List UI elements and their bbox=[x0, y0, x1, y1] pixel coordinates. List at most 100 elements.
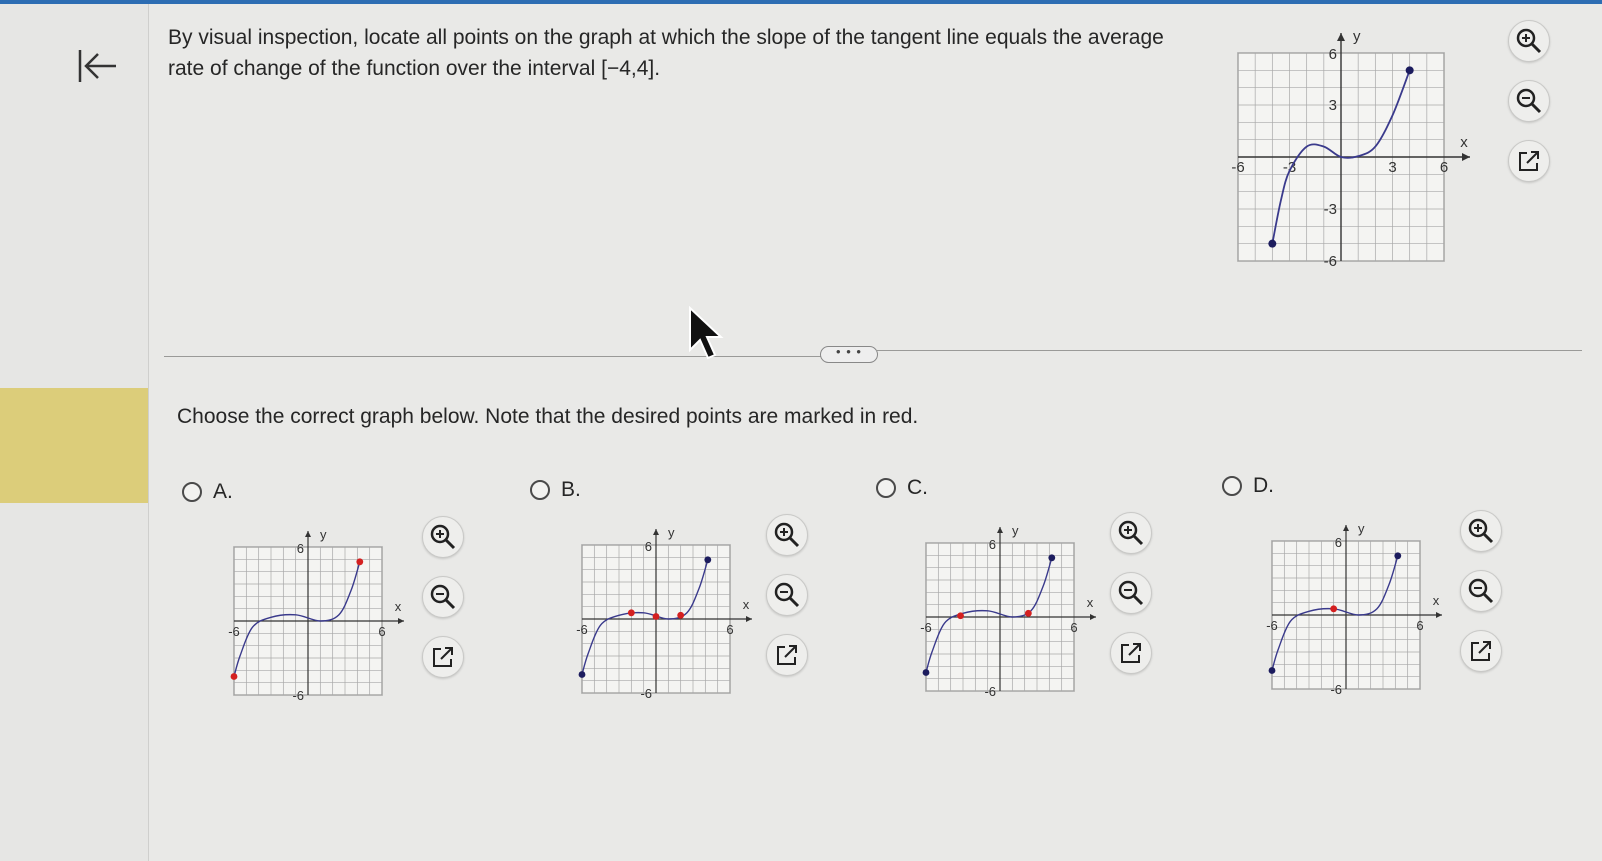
option-c-zoom-in-button[interactable] bbox=[1110, 512, 1152, 554]
y-tick-label: 6 bbox=[1335, 535, 1342, 550]
option-label: D. bbox=[1253, 474, 1274, 497]
zoom-in-icon bbox=[430, 524, 456, 550]
x-axis-label: x bbox=[1087, 595, 1094, 610]
option-c-popout-button[interactable] bbox=[1110, 632, 1152, 674]
option-d-popout-button[interactable] bbox=[1460, 630, 1502, 672]
option-b-zoom-out-button[interactable] bbox=[766, 574, 808, 616]
y-axis-label: y bbox=[1353, 28, 1361, 45]
x-tick-label: 6 bbox=[726, 622, 733, 637]
y-tick-label: 6 bbox=[1329, 46, 1337, 63]
x-tick-label: -6 bbox=[920, 620, 932, 635]
expand-more-button[interactable]: • • • bbox=[820, 345, 878, 363]
red-point-marker bbox=[356, 558, 364, 566]
y-axis-label: y bbox=[320, 527, 327, 542]
endpoint-marker bbox=[1268, 667, 1276, 674]
y-axis-arrow bbox=[1337, 33, 1345, 41]
mouse-cursor bbox=[688, 305, 726, 369]
option-d-zoom-in-button[interactable] bbox=[1460, 510, 1502, 552]
option-label: C. bbox=[907, 476, 928, 499]
zoom-out-icon bbox=[1516, 88, 1542, 114]
x-tick-label: 6 bbox=[1070, 620, 1077, 635]
y-tick-label: 3 bbox=[1329, 97, 1337, 114]
zoom-out-icon bbox=[430, 584, 456, 610]
red-point-marker bbox=[230, 673, 238, 680]
x-axis-arrow bbox=[398, 618, 404, 624]
x-axis-label: x bbox=[1460, 134, 1468, 151]
y-tick-label: -3 bbox=[1324, 201, 1337, 218]
y-tick-label: -6 bbox=[1324, 253, 1337, 270]
radio-button[interactable] bbox=[876, 478, 896, 498]
zoom-out-icon bbox=[774, 582, 800, 608]
option-c-zoom-out-button[interactable] bbox=[1110, 572, 1152, 614]
top-accent-bar bbox=[0, 0, 1602, 4]
red-point-marker bbox=[627, 609, 635, 617]
section-divider-right bbox=[876, 350, 1582, 351]
red-point-marker bbox=[957, 612, 964, 620]
x-tick-label: 6 bbox=[1416, 618, 1423, 633]
y-tick-label: -6 bbox=[640, 686, 652, 701]
popout-icon bbox=[1519, 151, 1539, 171]
option-c-graph[interactable]: x y 6 -6 -6 6 bbox=[906, 512, 1124, 707]
x-tick-label: 6 bbox=[1440, 159, 1448, 176]
zoom-in-icon bbox=[1516, 28, 1542, 54]
x-axis-arrow bbox=[1090, 614, 1096, 620]
instruction-text: Choose the correct graph below. Note tha… bbox=[177, 405, 919, 428]
x-axis-arrow bbox=[1436, 612, 1442, 618]
option-b-radio[interactable]: B. bbox=[530, 478, 581, 502]
zoom-in-icon bbox=[1468, 518, 1494, 544]
option-a-zoom-out-button[interactable] bbox=[422, 576, 464, 618]
popout-icon bbox=[433, 647, 453, 667]
red-point-marker bbox=[677, 611, 685, 619]
back-to-start-button[interactable] bbox=[74, 44, 122, 88]
x-axis-arrow bbox=[1462, 153, 1470, 161]
option-a-popout-button[interactable] bbox=[422, 636, 464, 678]
radio-button[interactable] bbox=[530, 480, 550, 500]
x-tick-label: -6 bbox=[228, 624, 240, 639]
endpoint-marker bbox=[1405, 66, 1414, 75]
endpoint-marker bbox=[578, 671, 586, 678]
option-c-radio[interactable]: C. bbox=[876, 476, 928, 500]
option-a-radio[interactable]: A. bbox=[182, 480, 233, 504]
y-tick-label: -6 bbox=[984, 684, 996, 699]
red-point-marker bbox=[1024, 609, 1032, 617]
main-popout-button[interactable] bbox=[1508, 140, 1550, 182]
mouse-cursor-icon bbox=[689, 305, 724, 360]
zoom-out-icon bbox=[1468, 578, 1494, 604]
y-tick-label: -6 bbox=[1330, 682, 1342, 697]
main-graph[interactable]: x y 6 -6 -6 6 3 -3 -3 3 bbox=[1210, 18, 1494, 277]
x-tick-label: -6 bbox=[1266, 618, 1278, 633]
option-label: A. bbox=[213, 480, 233, 503]
endpoint-marker bbox=[704, 556, 712, 564]
red-point-marker bbox=[1330, 605, 1338, 613]
popout-icon bbox=[777, 645, 797, 665]
option-b-zoom-in-button[interactable] bbox=[766, 514, 808, 556]
y-axis-arrow bbox=[1343, 525, 1349, 531]
endpoint-marker bbox=[1394, 552, 1402, 560]
x-tick-label: 3 bbox=[1388, 159, 1396, 176]
option-d-zoom-out-button[interactable] bbox=[1460, 570, 1502, 612]
option-b-popout-button[interactable] bbox=[766, 634, 808, 676]
y-axis-arrow bbox=[653, 529, 659, 535]
option-a-graph[interactable]: x y 6 -6 -6 6 bbox=[214, 516, 432, 711]
option-a-zoom-in-button[interactable] bbox=[422, 516, 464, 558]
x-tick-label: -6 bbox=[1231, 159, 1244, 176]
main-zoom-in-button[interactable] bbox=[1508, 20, 1550, 62]
current-question-highlight bbox=[0, 388, 148, 503]
endpoint-marker bbox=[922, 669, 930, 676]
y-tick-label: 6 bbox=[645, 539, 652, 554]
y-axis-label: y bbox=[1012, 523, 1019, 538]
y-axis-arrow bbox=[305, 531, 311, 537]
zoom-out-icon bbox=[1118, 580, 1144, 606]
option-d-graph[interactable]: x y 6 -6 -6 6 bbox=[1252, 510, 1470, 705]
zoom-in-icon bbox=[1118, 520, 1144, 546]
main-zoom-out-button[interactable] bbox=[1508, 80, 1550, 122]
option-d-radio[interactable]: D. bbox=[1222, 474, 1274, 498]
x-tick-label: -6 bbox=[576, 622, 588, 637]
option-b-graph[interactable]: x y 6 -6 -6 6 bbox=[562, 514, 780, 709]
y-tick-label: 6 bbox=[989, 537, 996, 552]
y-tick-label: 6 bbox=[297, 541, 304, 556]
x-axis-label: x bbox=[395, 599, 402, 614]
radio-button[interactable] bbox=[1222, 476, 1242, 496]
radio-button[interactable] bbox=[182, 482, 202, 502]
x-axis-label: x bbox=[743, 597, 750, 612]
